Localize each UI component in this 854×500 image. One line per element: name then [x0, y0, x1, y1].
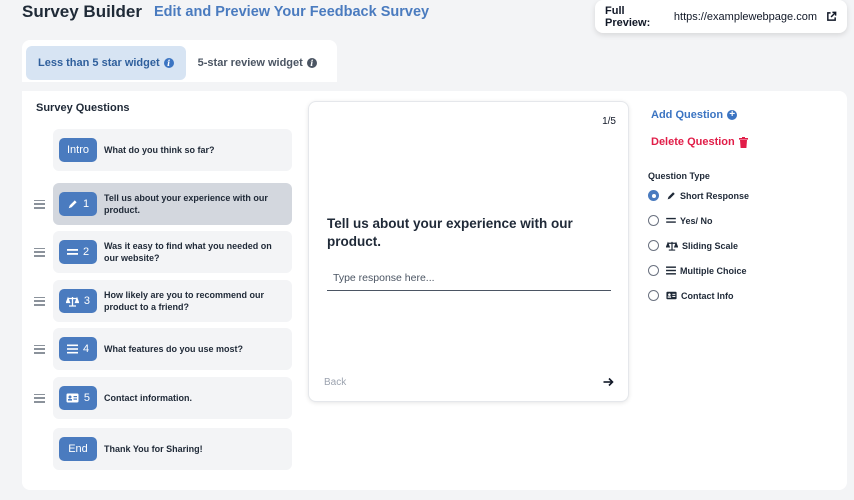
- drag-handle-icon[interactable]: [34, 344, 45, 354]
- question-text: Contact information.: [104, 393, 192, 403]
- question-card[interactable]: 5 Contact information.: [52, 377, 292, 419]
- question-text: How likely are you to recommend our prod…: [104, 290, 265, 312]
- question-text: Was it easy to find what you needed on o…: [104, 241, 272, 263]
- question-text: Tell us about your experience with our p…: [104, 193, 268, 215]
- question-text: What do you think so far?: [104, 145, 215, 155]
- question-type-short-response[interactable]: Short Response: [648, 190, 749, 201]
- question-row-intro: Intro What do you think so far?: [34, 129, 292, 171]
- question-type-yes-no[interactable]: Yes/ No: [648, 215, 713, 226]
- external-link-icon[interactable]: [826, 11, 837, 22]
- question-type-contact-info[interactable]: Contact Info: [648, 290, 734, 301]
- question-card[interactable]: End Thank You for Sharing!: [53, 428, 292, 470]
- drag-handle-icon[interactable]: [34, 199, 45, 209]
- question-badge: 3: [58, 289, 97, 313]
- question-card[interactable]: 3 How likely are you to recommend our pr…: [52, 280, 292, 322]
- add-question-button[interactable]: Add Question +: [651, 109, 748, 121]
- question-type-label: Question Type: [648, 171, 710, 181]
- question-counter: 1/5: [602, 116, 616, 127]
- delete-question-button[interactable]: Delete Question: [651, 136, 748, 148]
- question-badge: 1: [59, 192, 97, 216]
- list-icon: [666, 266, 676, 275]
- question-badge: Intro: [59, 138, 97, 162]
- drag-handle-icon[interactable]: [34, 393, 45, 403]
- page-header: Survey Builder Edit and Preview Your Fee…: [22, 0, 429, 24]
- full-preview-link[interactable]: Full Preview: https://examplewebpage.com: [595, 0, 847, 33]
- question-badge: End: [59, 437, 97, 461]
- full-preview-url[interactable]: https://examplewebpage.com: [674, 11, 817, 23]
- page-subtitle: Edit and Preview Your Feedback Survey: [154, 4, 430, 20]
- tab-label: 5-star review widget: [197, 57, 303, 69]
- pencil-icon: [67, 199, 78, 210]
- question-badge: 2: [59, 240, 97, 264]
- question-card[interactable]: Intro What do you think so far?: [53, 129, 292, 171]
- scale-icon: [666, 241, 678, 251]
- tab-label: Less than 5 star widget: [38, 57, 160, 69]
- question-actions: Add Question + Delete Question: [651, 109, 748, 148]
- question-row-2: 2 Was it easy to find what you needed on…: [34, 231, 292, 273]
- question-type-multiple-choice[interactable]: Multiple Choice: [648, 265, 747, 276]
- page-title: Survey Builder: [22, 2, 142, 21]
- tab-5-star-review[interactable]: 5-star review widget i: [186, 46, 329, 80]
- question-card[interactable]: 1 Tell us about your experience with our…: [53, 183, 292, 225]
- question-text: What features do you use most?: [104, 344, 244, 354]
- radio-unselected[interactable]: [648, 215, 659, 226]
- question-card[interactable]: 2 Was it easy to find what you needed on…: [53, 231, 292, 273]
- response-input[interactable]: [327, 266, 611, 291]
- question-row-1: 1 Tell us about your experience with our…: [34, 183, 292, 225]
- radio-unselected[interactable]: [648, 240, 659, 251]
- full-preview-label: Full Preview:: [605, 4, 651, 29]
- tab-less-than-5-star[interactable]: Less than 5 star widget i: [26, 46, 186, 80]
- editor-panel: Survey Questions Intro What do you think…: [22, 91, 847, 490]
- question-row-end: End Thank You for Sharing!: [34, 428, 292, 470]
- pencil-icon: [666, 191, 676, 201]
- question-row-5: 5 Contact information.: [34, 377, 292, 419]
- contact-card-icon: [66, 393, 79, 403]
- info-icon[interactable]: i: [163, 58, 174, 68]
- preview-question-text: Tell us about your experience with our p…: [327, 216, 573, 249]
- yes-no-icon: [66, 248, 78, 256]
- contact-card-icon: [666, 291, 677, 300]
- question-row-3: 3 How likely are you to recommend our pr…: [34, 280, 292, 322]
- question-badge: 5: [58, 386, 97, 410]
- question-type-sliding-scale[interactable]: Sliding Scale: [648, 240, 738, 251]
- info-icon[interactable]: i: [306, 58, 317, 68]
- back-button[interactable]: Back: [324, 377, 346, 388]
- arrow-right-icon[interactable]: [603, 374, 614, 392]
- widget-tabs: Less than 5 star widget i 5-star review …: [22, 40, 337, 82]
- list-icon: [66, 344, 78, 354]
- plus-circle-icon: +: [727, 110, 738, 120]
- drag-handle-icon[interactable]: [34, 247, 45, 257]
- trash-icon: [738, 136, 748, 148]
- scale-icon: [65, 296, 79, 307]
- survey-questions-title: Survey Questions: [36, 102, 130, 114]
- radio-unselected[interactable]: [648, 290, 659, 301]
- question-card[interactable]: 4 What features do you use most?: [53, 328, 292, 370]
- radio-selected[interactable]: [648, 190, 659, 201]
- yes-no-icon: [666, 217, 676, 224]
- drag-handle-icon[interactable]: [34, 296, 45, 306]
- question-text: Thank You for Sharing!: [104, 444, 203, 454]
- question-row-4: 4 What features do you use most?: [34, 328, 292, 370]
- question-preview-card: 1/5 Tell us about your experience with o…: [308, 101, 629, 402]
- question-badge: 4: [59, 337, 97, 361]
- radio-unselected[interactable]: [648, 265, 659, 276]
